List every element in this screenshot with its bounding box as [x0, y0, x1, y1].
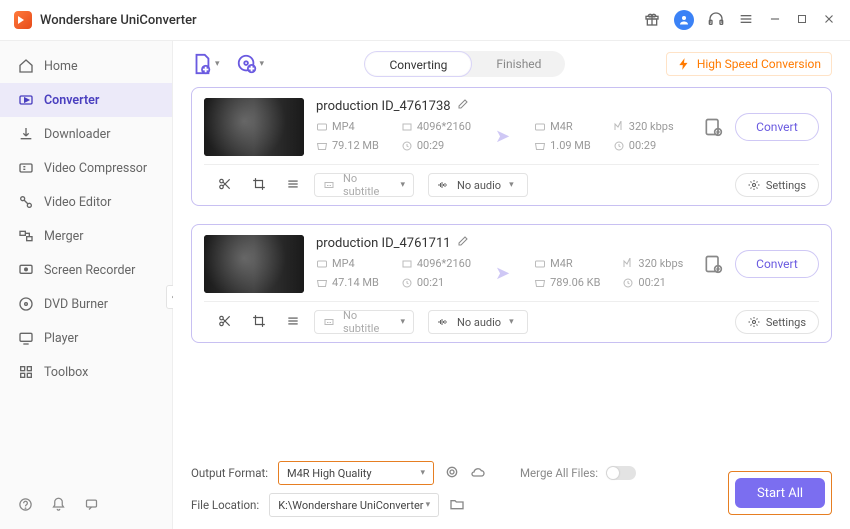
dst-format: M4R: [550, 120, 573, 133]
cloud-icon[interactable]: [470, 464, 486, 483]
src-size: 79.12 MB: [332, 139, 379, 152]
sidebar-label: Merger: [44, 229, 84, 244]
src-resolution: 4096*2160: [417, 120, 471, 133]
feedback-icon[interactable]: [84, 497, 99, 515]
sidebar-item-compressor[interactable]: Video Compressor: [0, 151, 172, 185]
trim-icon[interactable]: [218, 314, 232, 331]
sidebar-item-player[interactable]: Player: [0, 321, 172, 355]
add-file-button[interactable]: ▾: [191, 53, 220, 75]
open-folder-icon[interactable]: [449, 496, 465, 515]
merge-label: Merge All Files:: [520, 466, 598, 480]
sidebar-label: Player: [44, 331, 78, 346]
file-name: production ID_4761738: [316, 99, 451, 114]
dst-size: 789.06 KB: [550, 276, 600, 289]
maximize-icon[interactable]: [796, 13, 808, 28]
src-resolution: 4096*2160: [417, 257, 471, 270]
app-logo: [14, 11, 32, 29]
help-icon[interactable]: [18, 497, 33, 515]
sidebar-label: Toolbox: [44, 365, 88, 380]
output-preset-icon[interactable]: [703, 116, 723, 138]
dst-size: 1.09 MB: [550, 139, 591, 152]
titlebar: Wondershare UniConverter: [0, 0, 850, 40]
sidebar-label: Downloader: [44, 127, 111, 142]
dst-duration: 00:29: [629, 139, 656, 152]
item-settings-button[interactable]: Settings: [735, 310, 819, 334]
status-tabs: Converting Finished: [364, 51, 565, 77]
gear-option-icon[interactable]: [444, 464, 460, 483]
sidebar-item-converter[interactable]: Converter: [0, 83, 172, 117]
merge-toggle[interactable]: [606, 466, 636, 480]
sidebar-label: Home: [44, 59, 78, 74]
sidebar-label: Video Editor: [44, 195, 111, 210]
sidebar-item-merger[interactable]: Merger: [0, 219, 172, 253]
close-icon[interactable]: [822, 12, 836, 29]
bell-icon[interactable]: [51, 497, 66, 515]
subtitle-select[interactable]: No subtitle▾: [314, 310, 414, 334]
video-thumbnail[interactable]: [204, 98, 304, 156]
tab-converting[interactable]: Converting: [364, 51, 472, 77]
dst-duration: 00:21: [638, 276, 665, 289]
sidebar-item-home[interactable]: Home: [0, 49, 172, 83]
audio-select[interactable]: No audio▾: [428, 173, 528, 197]
conversion-item: production ID_4761738 MP4 79.12 MB 4096*…: [191, 87, 832, 206]
src-duration: 00:21: [417, 276, 444, 289]
conversion-item: production ID_4761711 MP4 47.14 MB 4096*…: [191, 224, 832, 343]
effects-icon[interactable]: [286, 314, 300, 331]
arrow-icon: ➤: [493, 263, 512, 284]
output-preset-icon[interactable]: [703, 253, 723, 275]
sidebar-item-toolbox[interactable]: Toolbox: [0, 355, 172, 389]
minimize-icon[interactable]: [768, 12, 782, 29]
chevron-down-icon: ▾: [215, 59, 220, 69]
trim-icon[interactable]: [218, 177, 232, 194]
start-all-button[interactable]: Start All: [735, 478, 825, 508]
sidebar-label: Screen Recorder: [44, 263, 135, 278]
sidebar-item-editor[interactable]: Video Editor: [0, 185, 172, 219]
edit-name-icon[interactable]: [457, 235, 469, 251]
add-dvd-button[interactable]: ▾: [236, 53, 265, 75]
crop-icon[interactable]: [252, 314, 266, 331]
subtitle-select[interactable]: No subtitle▾: [314, 173, 414, 197]
sidebar-item-dvd[interactable]: DVD Burner: [0, 287, 172, 321]
gift-icon[interactable]: [644, 11, 660, 30]
app-title: Wondershare UniConverter: [40, 13, 197, 28]
sidebar-label: Converter: [44, 93, 99, 108]
user-avatar[interactable]: [674, 10, 694, 30]
menu-icon[interactable]: [738, 11, 754, 30]
sidebar-item-recorder[interactable]: Screen Recorder: [0, 253, 172, 287]
dst-bitrate: 320 kbps: [638, 257, 683, 270]
file-location-select[interactable]: K:\Wondershare UniConverter▾: [269, 493, 439, 517]
src-size: 47.14 MB: [332, 276, 379, 289]
file-location-label: File Location:: [191, 498, 259, 512]
item-settings-button[interactable]: Settings: [735, 173, 819, 197]
high-speed-label: High Speed Conversion: [697, 57, 821, 71]
convert-button[interactable]: Convert: [735, 250, 819, 278]
effects-icon[interactable]: [286, 177, 300, 194]
toolbar: ▾ ▾ Converting Finished High Speed Conve…: [191, 41, 832, 87]
start-all-highlight: Start All: [728, 471, 832, 515]
sidebar-label: Video Compressor: [44, 161, 147, 176]
dst-bitrate: 320 kbps: [629, 120, 674, 133]
src-duration: 00:29: [417, 139, 444, 152]
src-format: MP4: [332, 257, 355, 270]
output-format-label: Output Format:: [191, 466, 268, 480]
src-format: MP4: [332, 120, 355, 133]
output-format-select[interactable]: M4R High Quality▾: [278, 461, 434, 485]
crop-icon[interactable]: [252, 177, 266, 194]
sidebar: Home Converter Downloader Video Compress…: [0, 41, 173, 529]
tab-finished[interactable]: Finished: [472, 51, 565, 77]
audio-select[interactable]: No audio▾: [428, 310, 528, 334]
sidebar-bottom: [0, 483, 172, 529]
support-icon[interactable]: [708, 11, 724, 30]
high-speed-conversion[interactable]: High Speed Conversion: [666, 52, 832, 76]
file-name: production ID_4761711: [316, 236, 451, 251]
chevron-down-icon: ▾: [260, 59, 265, 69]
edit-name-icon[interactable]: [457, 98, 469, 114]
sidebar-item-downloader[interactable]: Downloader: [0, 117, 172, 151]
convert-button[interactable]: Convert: [735, 113, 819, 141]
dst-format: M4R: [550, 257, 573, 270]
arrow-icon: ➤: [493, 126, 512, 147]
sidebar-label: DVD Burner: [44, 297, 108, 312]
video-thumbnail[interactable]: [204, 235, 304, 293]
